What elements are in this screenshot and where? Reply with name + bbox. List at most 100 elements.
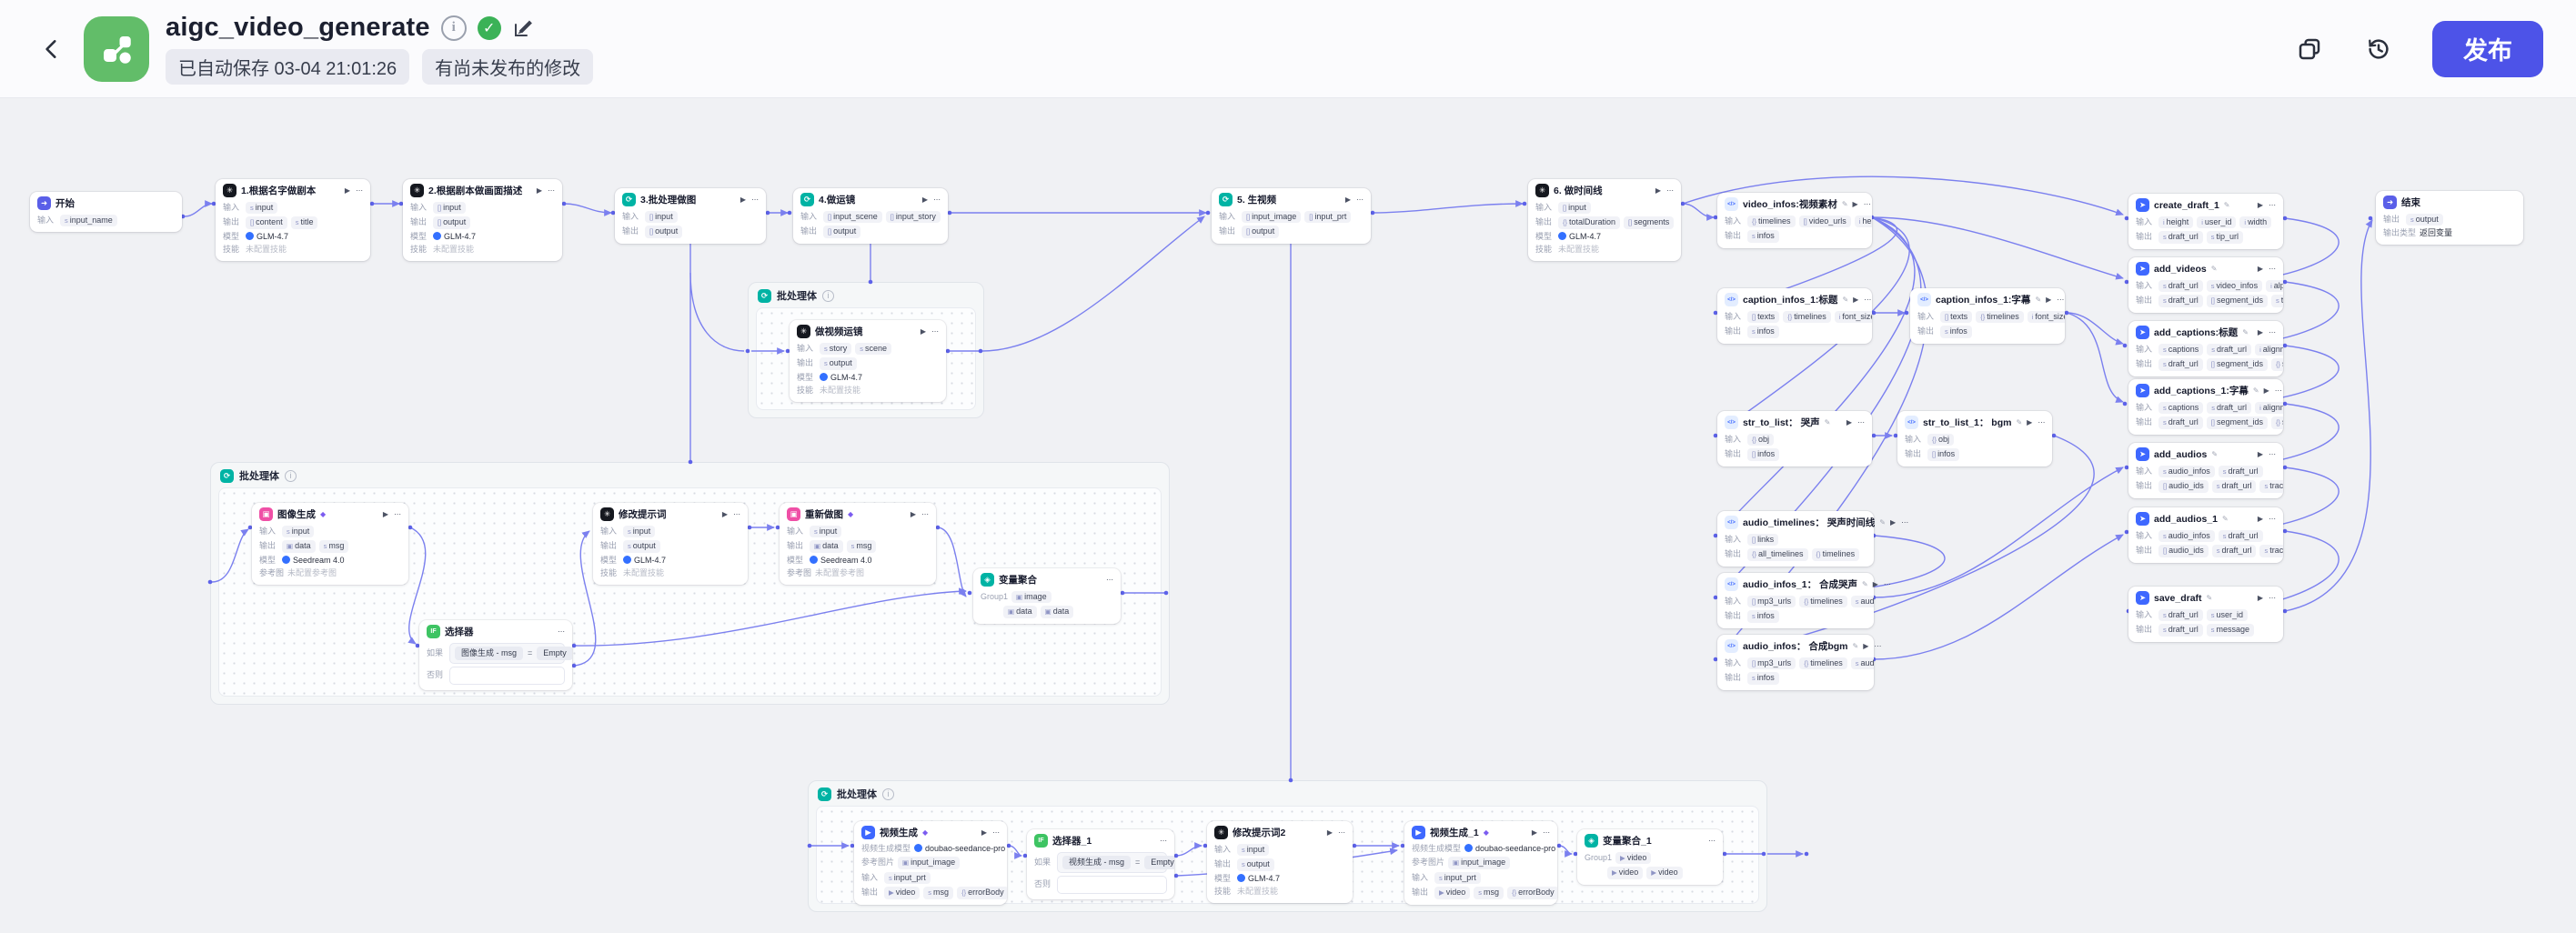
run-node-icon[interactable]: ▶ — [1873, 580, 1878, 588]
node-n6[interactable]: ✳ 6. 做时间线 ▶ ⋯ 输入[] input 输出{} totalDuration[] se… — [1528, 179, 1681, 261]
node-menu-icon[interactable]: ⋯ — [356, 186, 363, 195]
node-ac1[interactable]: ➤ add_captions_1:字幕 ✎ ▶ ⋯ 输入 s captions s draft_u… — [2128, 379, 2283, 435]
node-menu-icon[interactable]: ⋯ — [2057, 296, 2064, 304]
node-vg[interactable]: ▶ 视频生成 ◆ ▶ ⋯ 视频生成模型 doubao-seedance-pro 参考图片 ▣ in… — [854, 821, 1007, 905]
node-menu-icon[interactable]: ⋯ — [751, 196, 759, 204]
canvas[interactable]: ⟳ 批处理体 i ⟳ 批处理体 i ⟳ 批处理体 i ➜ 开始 输入 s input_name ✳ 1.根据名… — [0, 98, 2576, 933]
node-end[interactable]: ➜ 结束 输出 s output 输出类型 返回变量 — [2376, 191, 2523, 245]
run-node-icon[interactable]: ▶ — [981, 828, 987, 837]
node-menu-icon[interactable]: ⋯ — [931, 327, 939, 336]
node-n1[interactable]: ✳ 1.根据名字做剧本 ▶ ⋯ 输入 s input 输出[] content s title 模型 G… — [216, 179, 370, 261]
node-menu-icon[interactable]: ⋯ — [548, 186, 555, 195]
run-node-icon[interactable]: ▶ — [1532, 828, 1537, 837]
node-menu-icon[interactable]: ⋯ — [2269, 515, 2276, 523]
node-menu-icon[interactable]: ⋯ — [933, 196, 941, 204]
condition-box[interactable]: 视频生成 - msg = Empty — [1057, 851, 1174, 873]
node-agg[interactable]: ◈ 变量聚合 ⋯ Group1 ▣ image ▣ data ▣ data — [973, 568, 1121, 624]
node-ai1[interactable]: </> audio_infos_1： 合成哭声 ✎ ▶ ⋯ 输入[] mp3_urls{} t… — [1717, 573, 1891, 628]
node-menu-icon[interactable]: ⋯ — [2269, 201, 2276, 209]
run-node-icon[interactable]: ▶ — [740, 196, 746, 204]
node-n5[interactable]: ⟳ 5. 生视频 ▶ ⋯ 输入[] input_image[] input_prt 输出[] o… — [1212, 188, 1371, 244]
container-info-icon[interactable]: i — [882, 788, 894, 800]
node-n2[interactable]: ✳ 2.根据剧本做画面描述 ▶ ⋯ 输入[] input 输出[] output 模型 GLM-4… — [403, 179, 562, 261]
node-menu-icon[interactable]: ⋯ — [2269, 265, 2276, 273]
run-node-icon[interactable]: ▶ — [1853, 200, 1858, 208]
node-s2l[interactable]: </> str_to_list： 哭声 ✎ ▶ ⋯ 输入{} obj 输出[] infos — [1717, 411, 1872, 466]
node-redo[interactable]: ▣ 重新做图 ◆ ▶ ⋯ 输入 s input 输出 ▣ data s msg 模型 Seedream 4.… — [780, 503, 936, 585]
node-menu-icon[interactable]: ⋯ — [2269, 594, 2276, 602]
run-node-icon[interactable]: ▶ — [1863, 642, 1868, 650]
condition-box[interactable]: 图像生成 - msg = Empty — [449, 642, 572, 664]
node-n4[interactable]: ⟳ 4.做运镜 ▶ ⋯ 输入[] input_scene[] input_story 输出[]… — [793, 188, 948, 244]
node-aa1[interactable]: ➤ add_audios_1 ✎ ▶ ⋯ 输入 s audio_infos s draft_url… — [2128, 507, 2283, 563]
node-menu-icon[interactable]: ⋯ — [1864, 296, 1871, 304]
node-sd[interactable]: ➤ save_draft ✎ ▶ ⋯ 输入 s draft_url s user_id 输出 s dra… — [2128, 587, 2283, 642]
node-agg1[interactable]: ◈ 变量聚合_1 ⋯ Group1 ▶ video ▶ video ▶ video — [1577, 829, 1723, 885]
run-node-icon[interactable]: ▶ — [1853, 296, 1858, 304]
node-menu-icon[interactable]: ⋯ — [1708, 837, 1716, 845]
run-node-icon[interactable]: ▶ — [537, 186, 542, 195]
node-menu-icon[interactable]: ⋯ — [558, 627, 565, 636]
node-sel1[interactable]: IF 选择器_1 ⋯ 如果 视频生成 - msg = Empty 否则 — [1027, 829, 1174, 899]
run-node-icon[interactable]: ▶ — [383, 510, 388, 518]
node-menu-icon[interactable]: ⋯ — [2275, 386, 2282, 395]
node-cd1[interactable]: ➤ create_draft_1 ✎ ▶ ⋯ 输入 i height i user_id i widt… — [2128, 194, 2283, 249]
node-cap1[interactable]: </> caption_infos_1:标题 ✎ ▶ ⋯ 输入[] texts{} timel… — [1717, 288, 1872, 344]
node-menu-icon[interactable]: ⋯ — [1884, 580, 1891, 588]
back-button[interactable] — [33, 30, 71, 68]
node-imgGen[interactable]: ▣ 图像生成 ◆ ▶ ⋯ 输入 s input 输出 ▣ data s msg 模型 Seedream 4.… — [252, 503, 408, 585]
run-node-icon[interactable]: ▶ — [2258, 515, 2263, 523]
run-node-icon[interactable]: ▶ — [1655, 186, 1661, 195]
node-vg1[interactable]: ▶ 视频生成_1 ◆ ▶ ⋯ 视频生成模型 doubao-seedance-pro 参考图片 ▣… — [1404, 821, 1557, 905]
node-menu-icon[interactable]: ⋯ — [1857, 418, 1865, 426]
run-node-icon[interactable]: ▶ — [1890, 518, 1896, 527]
run-node-icon[interactable]: ▶ — [2258, 594, 2263, 602]
node-atl[interactable]: </> audio_timelines： 哭声时间线 ✎ ▶ ⋯ 输入[] links 输出{… — [1717, 511, 1908, 567]
node-sel[interactable]: IF 选择器 ⋯ 如果 图像生成 - msg = Empty 否则 — [419, 620, 572, 690]
node-cap2[interactable]: </> caption_infos_1:字幕 ✎ ▶ ⋯ 输入[] texts{} timel… — [1910, 288, 2065, 344]
node-av[interactable]: ➤ add_videos ✎ ▶ ⋯ 输入 s draft_url s video_infos i a… — [2128, 257, 2283, 313]
node-menu-icon[interactable]: ⋯ — [921, 510, 929, 518]
node-menu-icon[interactable]: ⋯ — [733, 510, 740, 518]
node-menu-icon[interactable]: ⋯ — [2269, 450, 2276, 458]
run-node-icon[interactable]: ▶ — [2258, 201, 2263, 209]
run-node-icon[interactable]: ▶ — [1345, 196, 1351, 204]
node-menu-icon[interactable]: ⋯ — [394, 510, 401, 518]
node-menu-icon[interactable]: ⋯ — [1106, 576, 1113, 584]
run-node-icon[interactable]: ▶ — [911, 510, 916, 518]
run-node-icon[interactable]: ▶ — [2264, 386, 2269, 395]
node-menu-icon[interactable]: ⋯ — [1160, 837, 1167, 845]
else-branch-box[interactable] — [1057, 876, 1167, 894]
duplicate-icon[interactable] — [2287, 26, 2332, 72]
run-node-icon[interactable]: ▶ — [345, 186, 350, 195]
node-menu-icon[interactable]: ⋯ — [1543, 828, 1550, 837]
node-menu-icon[interactable]: ⋯ — [1874, 642, 1881, 650]
run-node-icon[interactable]: ▶ — [2258, 265, 2263, 273]
publish-button[interactable]: 发布 — [2432, 20, 2543, 77]
node-menu-icon[interactable]: ⋯ — [1338, 828, 1345, 837]
edit-title-icon[interactable] — [512, 17, 534, 39]
run-node-icon[interactable]: ▶ — [921, 327, 926, 336]
run-node-icon[interactable]: ▶ — [922, 196, 928, 204]
node-ac[interactable]: ➤ add_captions:标题 ✎ ▶ ⋯ 输入 s captions s draft_url… — [2128, 321, 2283, 376]
else-branch-box[interactable] — [449, 667, 565, 685]
node-start[interactable]: ➜ 开始 输入 s input_name — [30, 192, 182, 232]
node-n3[interactable]: ⟳ 3.批处理做图 ▶ ⋯ 输入[] input 输出[] output — [615, 188, 766, 244]
node-editPrompt[interactable]: ✳ 修改提示词 ▶ ⋯ 输入 s input 输出 s output 模型 GLM-4.7 技能 未配置技… — [593, 503, 748, 585]
container-info-icon[interactable]: i — [822, 289, 834, 302]
node-menu-icon[interactable]: ⋯ — [2038, 418, 2045, 426]
run-node-icon[interactable]: ▶ — [722, 510, 728, 518]
node-menu-icon[interactable]: ⋯ — [2269, 328, 2276, 336]
run-node-icon[interactable]: ▶ — [2046, 296, 2051, 304]
container-info-icon[interactable]: i — [285, 469, 297, 482]
run-node-icon[interactable]: ▶ — [1846, 418, 1852, 426]
run-node-icon[interactable]: ▶ — [1327, 828, 1333, 837]
run-node-icon[interactable]: ▶ — [2258, 450, 2263, 458]
node-ai0[interactable]: </> audio_infos： 合成bgm ✎ ▶ ⋯ 输入[] mp3_urls{} ti… — [1717, 635, 1881, 690]
node-mk[interactable]: ✳ 做视频运镜 ▶ ⋯ 输入 s story s scene 输出 s output 模型 GLM-4.7… — [790, 320, 946, 402]
node-menu-icon[interactable]: ⋯ — [1864, 200, 1871, 208]
info-icon[interactable]: i — [440, 15, 467, 41]
history-icon[interactable] — [2356, 26, 2401, 72]
node-menu-icon[interactable]: ⋯ — [992, 828, 1000, 837]
run-node-icon[interactable]: ▶ — [2027, 418, 2032, 426]
